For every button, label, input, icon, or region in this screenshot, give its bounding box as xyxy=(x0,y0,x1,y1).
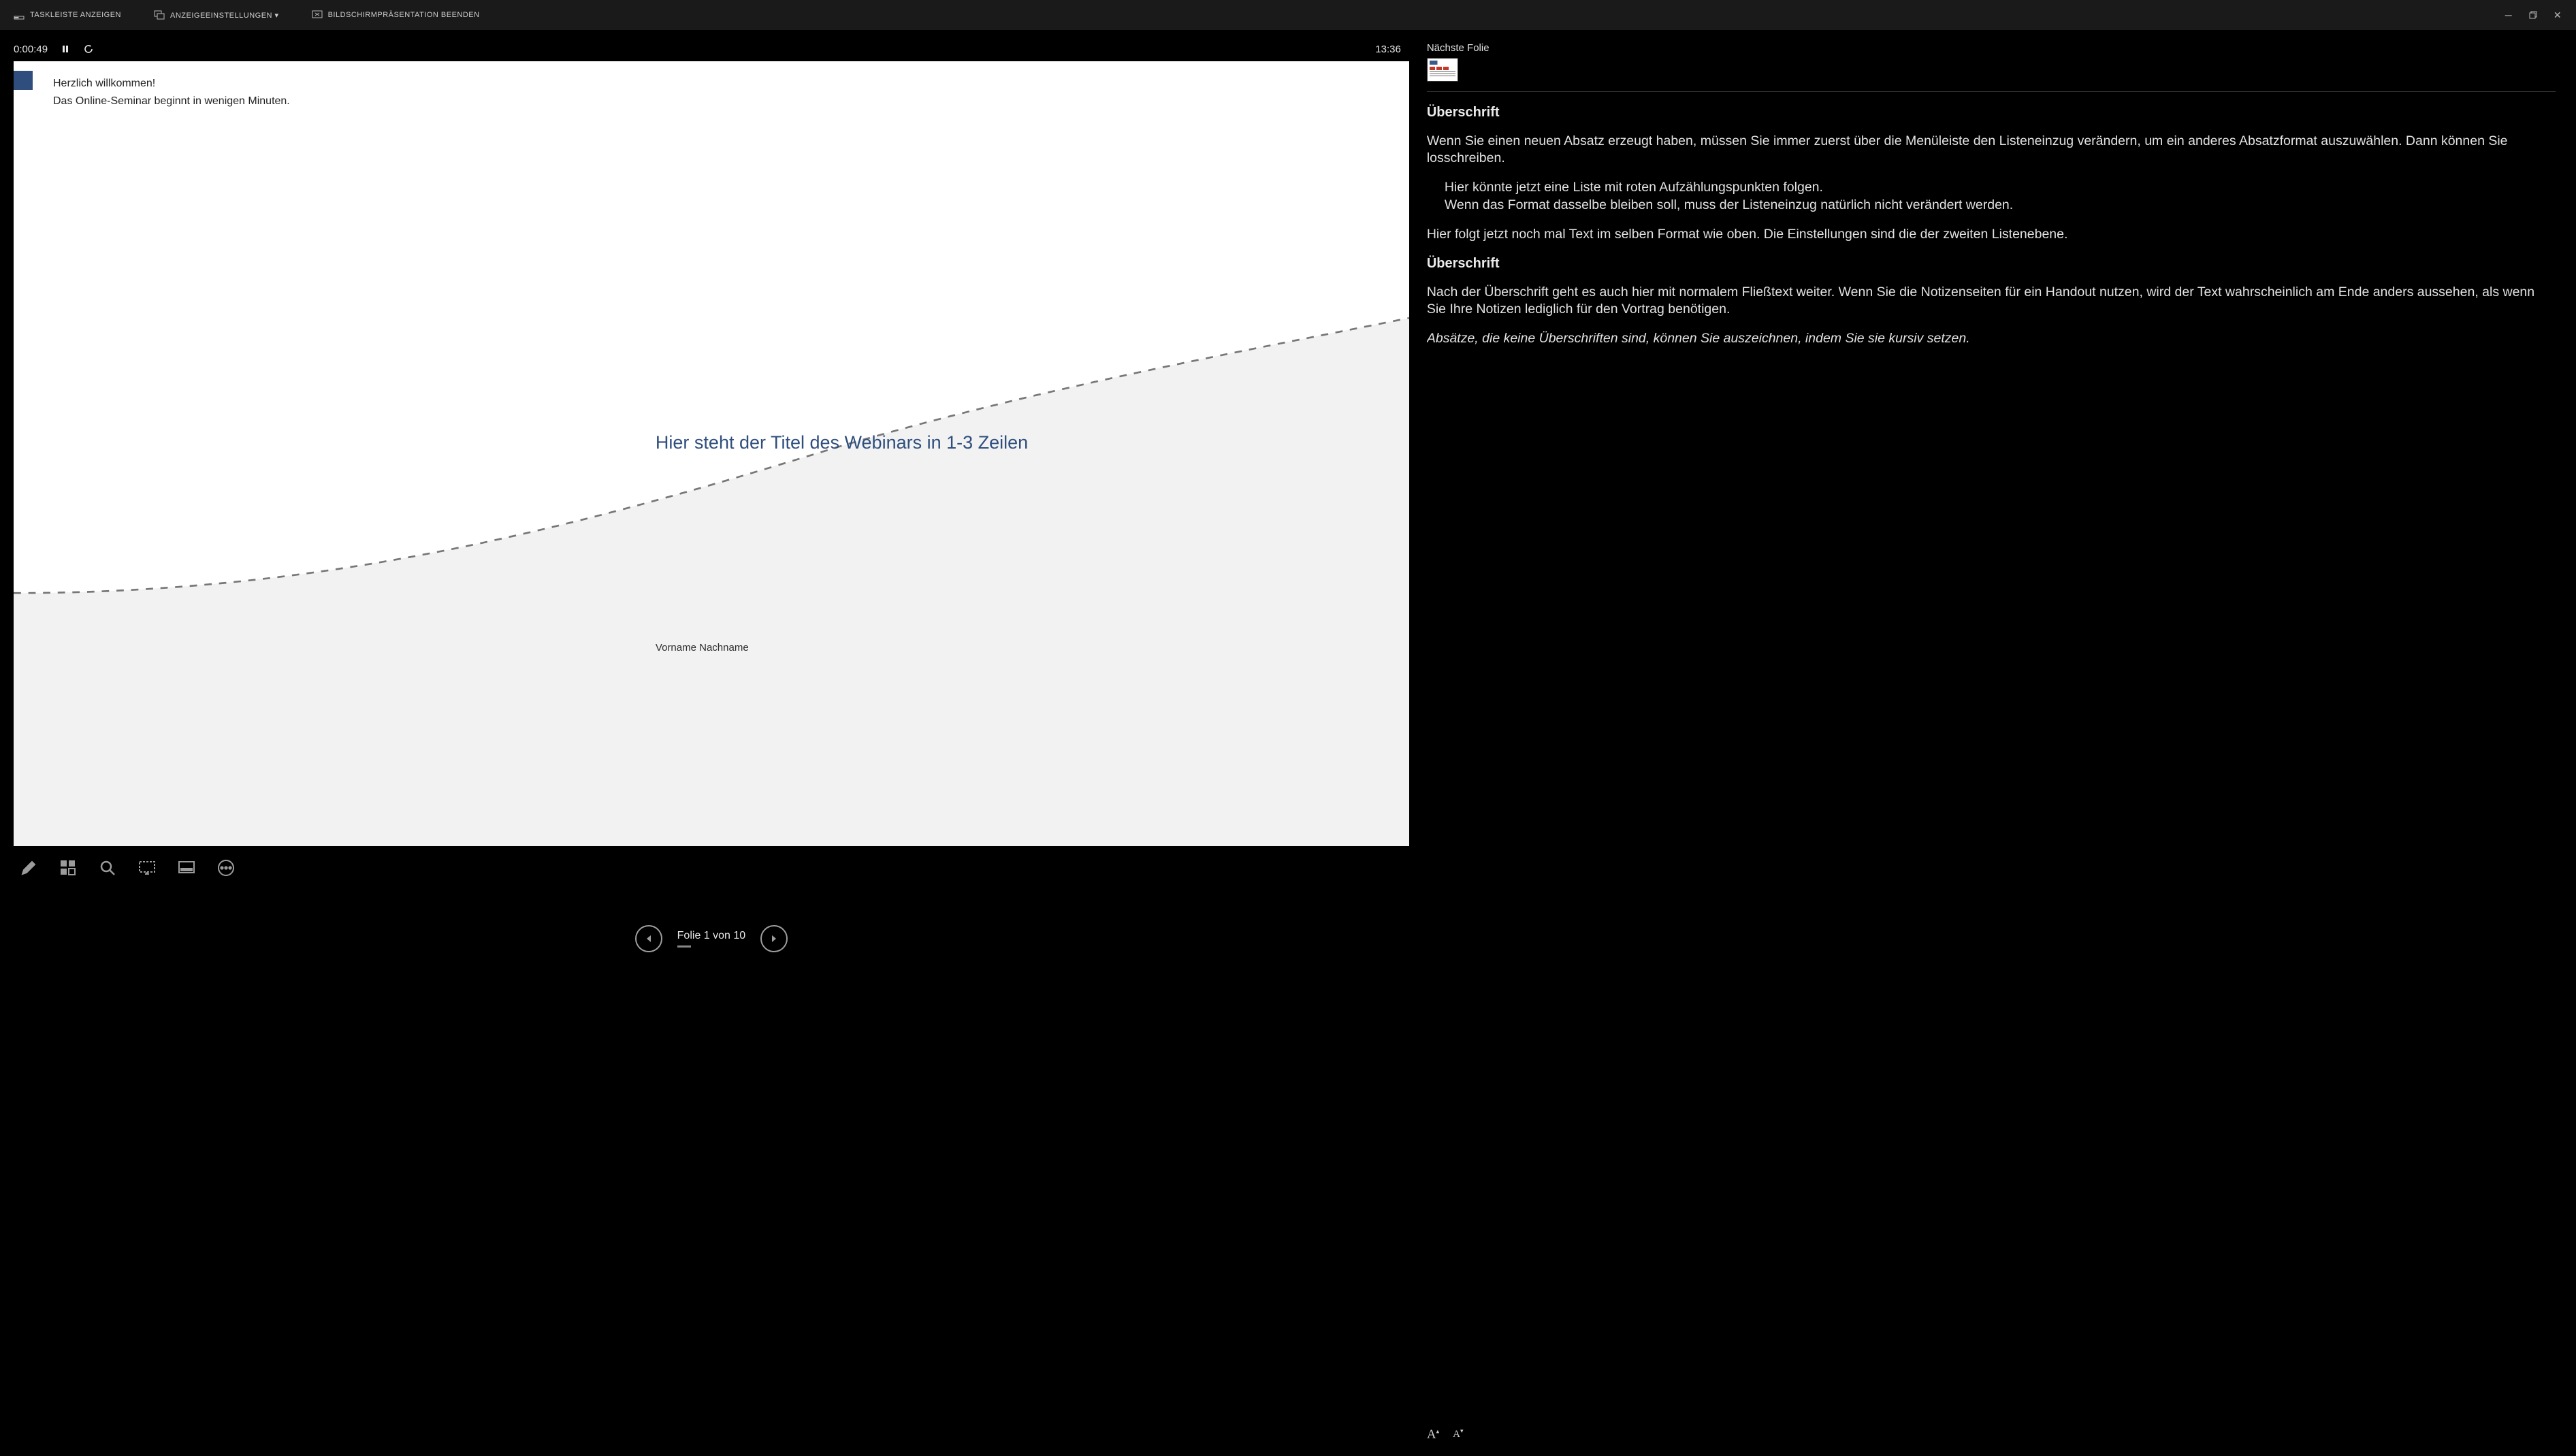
notes-paragraph-1: Wenn Sie einen neuen Absatz erzeugt habe… xyxy=(1427,133,2556,167)
notes-bullet-list: Hier könnte jetzt eine Liste mit roten A… xyxy=(1427,179,2556,214)
display-settings-icon xyxy=(154,10,165,20)
notes-paragraph-4: Absätze, die keine Überschriften sind, k… xyxy=(1427,330,2556,347)
minimize-button[interactable]: ─ xyxy=(2502,9,2515,21)
zoom-button[interactable] xyxy=(97,857,118,879)
decrease-font-button[interactable]: A▾ xyxy=(1453,1427,1463,1442)
presenter-right-panel: Nächste Folie Überschrift Wenn Sie einen… xyxy=(1409,30,2576,1456)
notes-bullet-2: Wenn das Format dasselbe bleiben soll, m… xyxy=(1427,197,2556,214)
notes-paragraph-3: Nach der Überschrift geht es auch hier m… xyxy=(1427,284,2556,318)
elapsed-time: 0:00:49 xyxy=(14,44,48,55)
black-screen-button[interactable] xyxy=(136,857,158,879)
display-settings-button[interactable]: ANZEIGEEINSTELLUNGEN ▾ xyxy=(146,7,287,23)
end-slideshow-icon xyxy=(312,10,323,20)
slide-welcome-line2: Das Online-Seminar beginnt in wenigen Mi… xyxy=(53,95,290,108)
more-options-button[interactable] xyxy=(215,857,237,879)
close-button[interactable]: ✕ xyxy=(2551,9,2564,21)
taskbar-icon xyxy=(14,10,25,20)
notes-font-controls: A▴ A▾ xyxy=(1427,1421,2556,1451)
slide-welcome-text: Herzlich willkommen! Das Online-Seminar … xyxy=(53,78,290,108)
end-slideshow-label: BILDSCHIRMPRÄSENTATION BEENDEN xyxy=(328,11,480,19)
slide-navigation: Folie 1 von 10 xyxy=(14,879,1409,962)
display-settings-label: ANZEIGEEINSTELLUNGEN ▾ xyxy=(170,11,279,20)
notes-heading-2: Überschrift xyxy=(1427,255,2556,273)
show-taskbar-button[interactable]: TASKLEISTE ANZEIGEN xyxy=(5,7,129,23)
slide-counter[interactable]: Folie 1 von 10 xyxy=(677,930,746,944)
pen-tool-button[interactable] xyxy=(18,857,39,879)
restore-button[interactable] xyxy=(2527,9,2539,21)
notes-heading-1: Überschrift xyxy=(1427,104,2556,122)
panel-divider xyxy=(1427,91,2556,92)
notes-paragraph-2: Hier folgt jetzt noch mal Text im selben… xyxy=(1427,226,2556,243)
next-slide-button[interactable] xyxy=(760,925,788,952)
timer-row: 0:00:49 13:36 xyxy=(14,42,1409,56)
slide-accent-square xyxy=(14,71,33,90)
slide-welcome-line1: Herzlich willkommen! xyxy=(53,78,290,90)
main-area: 0:00:49 13:36 Herzlich willkommen! Das O… xyxy=(0,30,2576,1456)
next-slide-label: Nächste Folie xyxy=(1427,42,2556,54)
presenter-left-panel: 0:00:49 13:36 Herzlich willkommen! Das O… xyxy=(0,30,1409,1456)
show-taskbar-label: TASKLEISTE ANZEIGEN xyxy=(30,11,121,19)
speaker-notes: Überschrift Wenn Sie einen neuen Absatz … xyxy=(1427,104,2556,1421)
presenter-toolbar xyxy=(14,846,1409,879)
slide-author: Vorname Nachname xyxy=(656,642,749,653)
slide-title: Hier steht der Titel des Webinars in 1-3… xyxy=(656,430,1353,455)
reset-timer-button[interactable] xyxy=(82,42,95,56)
notes-bullet-1: Hier könnte jetzt eine Liste mit roten A… xyxy=(1427,179,2556,196)
pause-timer-button[interactable] xyxy=(59,42,72,56)
current-time: 13:36 xyxy=(1375,44,1401,55)
subtitle-button[interactable] xyxy=(176,857,197,879)
window-controls: ─ ✕ xyxy=(2502,9,2571,21)
end-slideshow-button[interactable]: BILDSCHIRMPRÄSENTATION BEENDEN xyxy=(304,7,488,23)
current-slide-preview[interactable]: Herzlich willkommen! Das Online-Seminar … xyxy=(14,61,1409,846)
next-slide-thumbnail[interactable] xyxy=(1427,58,1458,82)
previous-slide-button[interactable] xyxy=(635,925,662,952)
see-all-slides-button[interactable] xyxy=(57,857,79,879)
slide-counter-underline xyxy=(677,945,691,948)
top-command-bar: TASKLEISTE ANZEIGEN ANZEIGEEINSTELLUNGEN… xyxy=(0,0,2576,30)
increase-font-button[interactable]: A▴ xyxy=(1427,1427,1439,1442)
